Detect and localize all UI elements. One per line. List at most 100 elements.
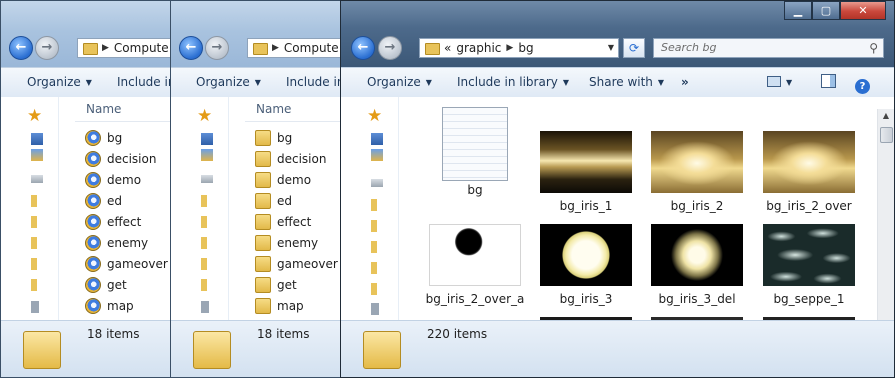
organize-menu[interactable]: Organize ▼	[27, 68, 92, 97]
folder-item[interactable]: map	[255, 296, 304, 316]
organize-menu[interactable]: Organize ▼	[367, 68, 432, 97]
back-button[interactable]: ←	[179, 36, 203, 60]
folder-item[interactable]: bg	[255, 128, 292, 148]
large-folder-icon	[23, 331, 61, 369]
folder-icon[interactable]	[31, 237, 37, 249]
forward-button[interactable]: →	[205, 36, 229, 60]
folder-icon[interactable]	[371, 262, 377, 274]
forward-button[interactable]: →	[35, 36, 59, 60]
folder-icon[interactable]	[201, 279, 207, 291]
file-item[interactable]: bg	[85, 128, 122, 148]
tile-label: bg_iris_3_del	[658, 292, 736, 306]
computer-drive-icon[interactable]	[201, 175, 213, 183]
folder-icon[interactable]	[31, 258, 37, 270]
libraries-icon[interactable]	[31, 133, 43, 145]
folder-icon[interactable]	[371, 220, 377, 232]
file-item[interactable]: gameover	[85, 254, 168, 274]
back-button[interactable]: ←	[351, 36, 375, 60]
maximize-button[interactable]: ▢	[812, 1, 840, 20]
tile-label: bg_iris_1	[559, 199, 613, 213]
command-bar: Organize ▼ Include in library ▼ Share with…	[341, 67, 894, 98]
address-dropdown-icon[interactable]: ▼	[608, 39, 614, 57]
folder-icon[interactable]	[371, 241, 377, 253]
change-view-button[interactable]: ▼	[767, 68, 792, 97]
folder-icon[interactable]	[31, 195, 37, 207]
breadcrumb-segment[interactable]: Compute	[284, 39, 339, 57]
breadcrumb-bg[interactable]: bg	[518, 39, 533, 57]
file-item[interactable]: get	[85, 275, 127, 295]
folder-icon[interactable]	[201, 216, 207, 228]
folder-icon[interactable]	[371, 199, 377, 211]
homegroup-icon[interactable]	[371, 149, 383, 161]
image-tile[interactable]: bg_iris_2_over_a	[425, 224, 525, 306]
network-icon[interactable]	[31, 301, 39, 313]
computer-drive-icon[interactable]	[371, 179, 383, 187]
vertical-scrollbar[interactable]: ▲	[877, 109, 894, 320]
file-item[interactable]: demo	[85, 170, 141, 190]
folder-icon[interactable]	[31, 216, 37, 228]
image-tile[interactable]: bg_iris_2	[647, 131, 747, 213]
item-count: 18 items	[257, 327, 310, 341]
folder-icon[interactable]	[201, 237, 207, 249]
include-in-library-menu[interactable]: Include in	[117, 68, 175, 96]
include-in-library-menu[interactable]: Include in	[286, 68, 344, 96]
folder-icon[interactable]	[371, 283, 377, 295]
file-item[interactable]: ed	[85, 191, 122, 211]
folder-item[interactable]: demo	[255, 170, 311, 190]
favorites-star-icon[interactable]: ★	[197, 106, 212, 126]
favorites-star-icon[interactable]: ★	[367, 106, 382, 126]
search-box[interactable]: Search bg ⚲	[653, 38, 884, 58]
share-with-menu[interactable]: Share with ▼	[589, 68, 664, 97]
image-tile[interactable]: bg_iris_3	[536, 224, 636, 306]
image-tile[interactable]: bg	[425, 107, 525, 197]
forward-button[interactable]: →	[378, 36, 402, 60]
breadcrumb-overflow[interactable]: «	[444, 39, 451, 57]
preview-pane-button[interactable]	[821, 68, 836, 96]
network-icon[interactable]	[201, 301, 209, 313]
folder-icon[interactable]	[201, 258, 207, 270]
organize-menu[interactable]: Organize ▼	[196, 68, 261, 97]
chevron-right-icon[interactable]: ▶	[506, 39, 513, 57]
close-button[interactable]: ✕	[840, 1, 886, 20]
minimize-button[interactable]: ▁	[784, 1, 812, 20]
homegroup-icon[interactable]	[201, 149, 213, 161]
folder-item[interactable]: effect	[255, 212, 311, 232]
computer-drive-icon[interactable]	[31, 175, 43, 183]
network-icon[interactable]	[371, 303, 379, 315]
image-tile[interactable]: bg_iris_1	[536, 131, 636, 213]
address-bar[interactable]: « graphic ▶ bg ▼	[419, 38, 619, 58]
help-button[interactable]: ?	[855, 68, 870, 96]
file-item[interactable]: enemy	[85, 233, 148, 253]
project-file-icon	[85, 214, 101, 230]
folder-item[interactable]: enemy	[255, 233, 318, 253]
image-tile[interactable]: bg_iris_2_over	[759, 131, 859, 213]
libraries-icon[interactable]	[371, 133, 383, 145]
folder-item[interactable]: gameover	[255, 254, 338, 274]
more-commands-button[interactable]: »	[681, 68, 689, 96]
image-tile[interactable]: bg_iris_3_del	[647, 224, 747, 306]
homegroup-icon[interactable]	[31, 149, 43, 161]
scroll-up-icon[interactable]: ▲	[878, 109, 894, 123]
back-button[interactable]: ←	[9, 36, 33, 60]
file-item[interactable]: decision	[85, 149, 156, 169]
folder-item[interactable]: decision	[255, 149, 326, 169]
breadcrumb-graphic[interactable]: graphic	[456, 39, 501, 57]
folder-icon	[255, 256, 271, 272]
refresh-button[interactable]: ⟳	[623, 38, 645, 58]
folder-item[interactable]: ed	[255, 191, 292, 211]
image-tile[interactable]: bg_seppe_1	[759, 224, 859, 306]
include-in-library-menu[interactable]: Include in library ▼	[457, 68, 569, 97]
scrollbar-thumb[interactable]	[880, 127, 893, 143]
breadcrumb-segment[interactable]: Compute	[114, 39, 169, 57]
file-item[interactable]: effect	[85, 212, 141, 232]
folder-item[interactable]: get	[255, 275, 297, 295]
tile-label: bg	[467, 183, 483, 197]
file-item[interactable]: map	[85, 296, 134, 316]
libraries-icon[interactable]	[201, 133, 213, 145]
explorer-window-front[interactable]: ▁ ▢ ✕ ← → « graphic ▶ bg ▼ ⟳ Search bg ⚲ Or…	[340, 0, 895, 378]
include-label: Include in library	[457, 75, 558, 89]
project-file-icon	[85, 151, 101, 167]
favorites-star-icon[interactable]: ★	[27, 106, 42, 126]
folder-icon[interactable]	[31, 279, 37, 291]
folder-icon[interactable]	[201, 195, 207, 207]
